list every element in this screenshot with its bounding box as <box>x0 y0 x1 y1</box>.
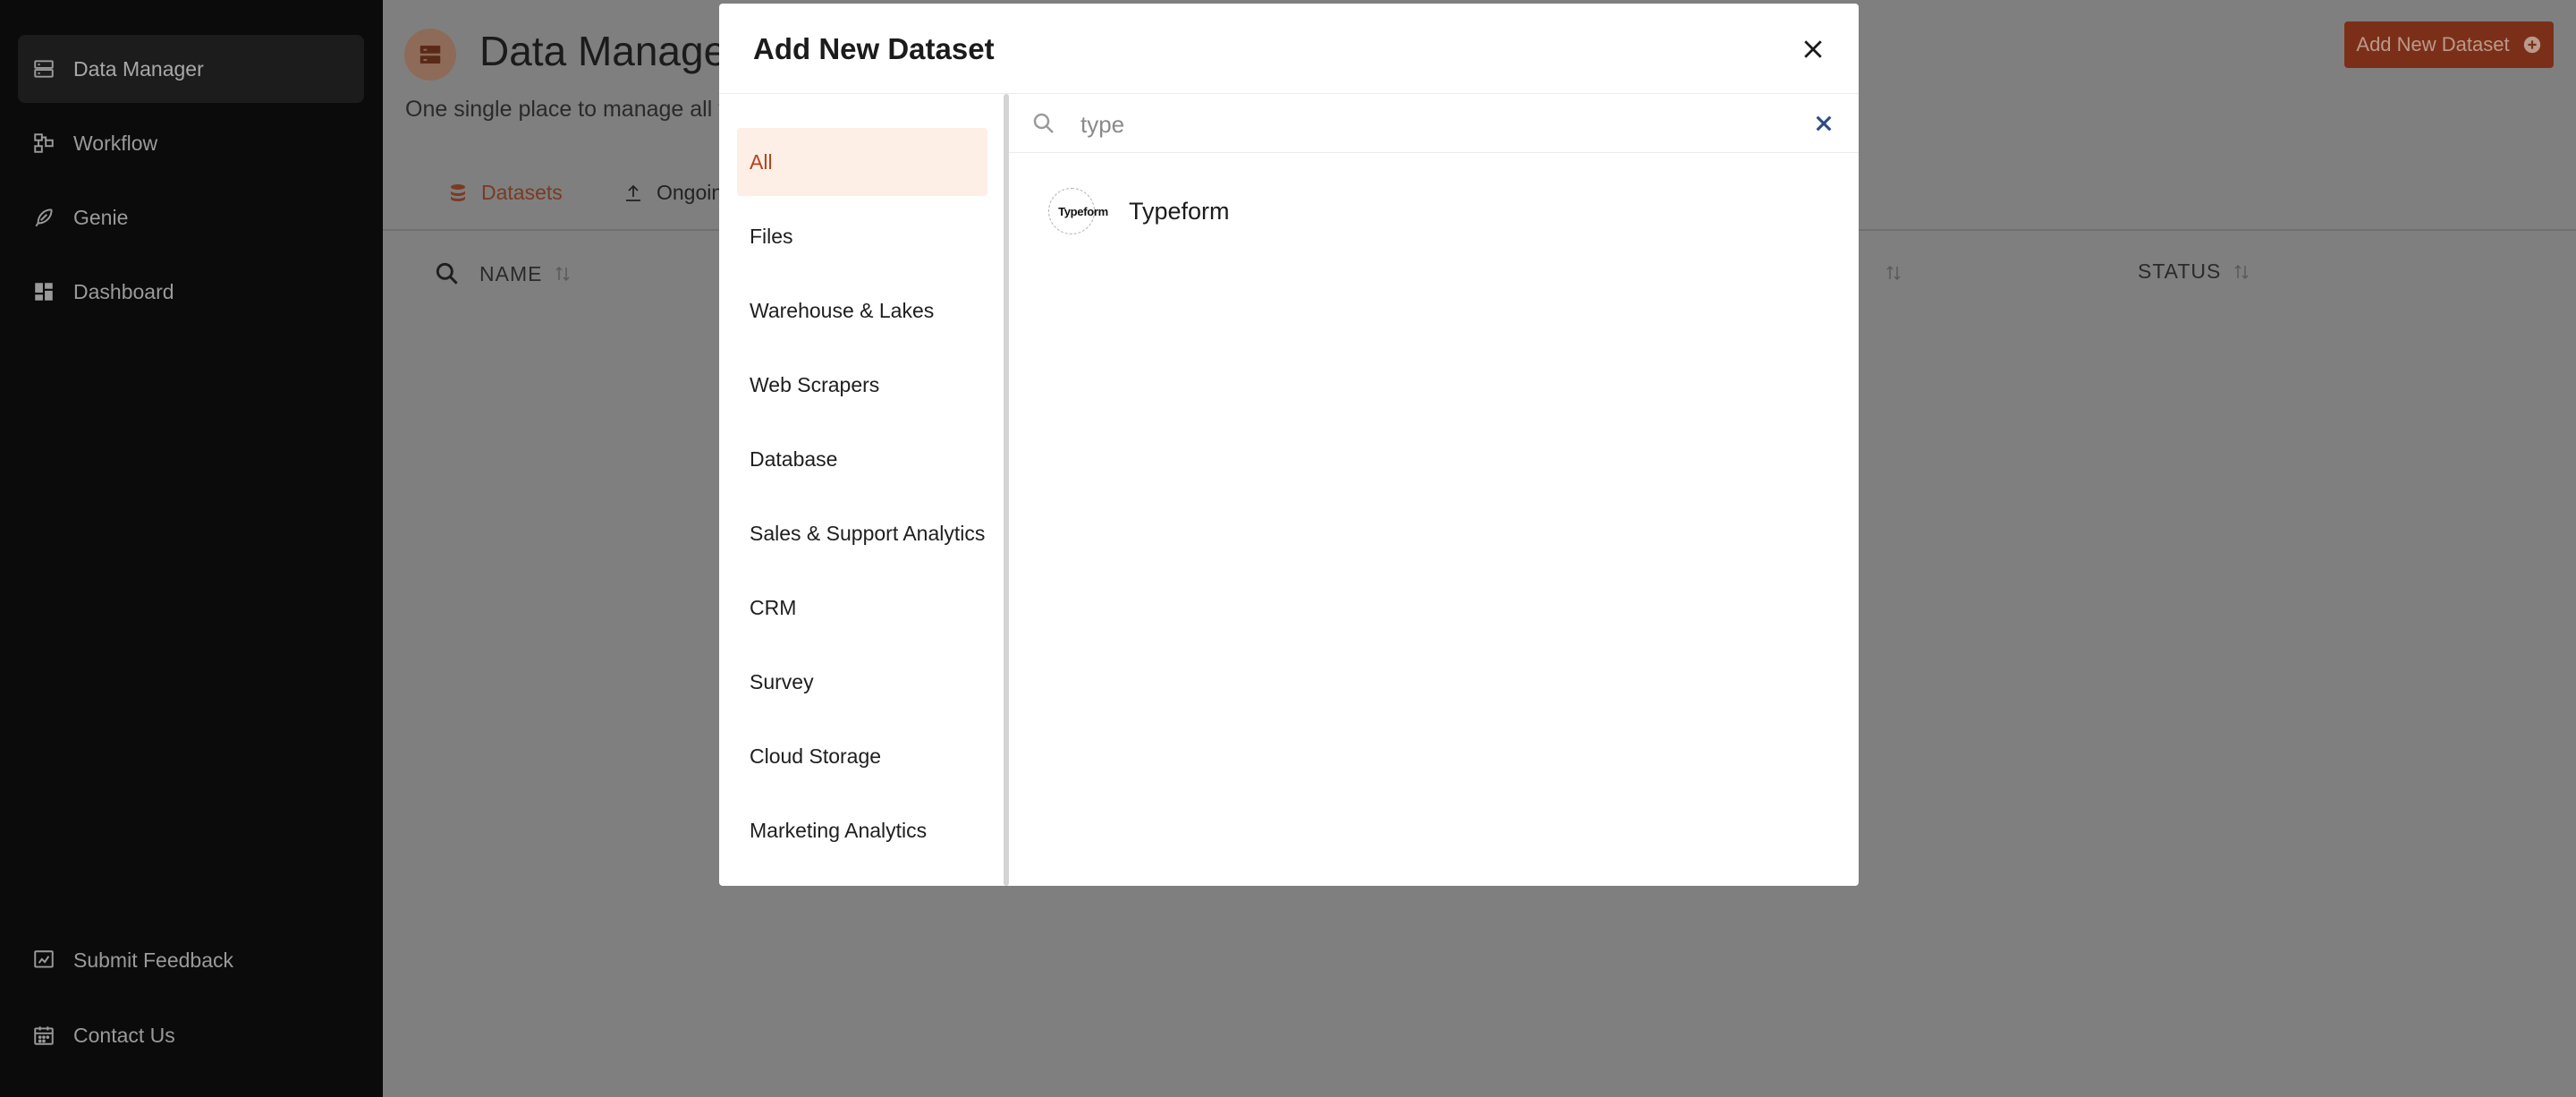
sort-icon[interactable] <box>555 264 571 284</box>
search-bar <box>1009 94 1859 153</box>
category-label: Marketing Analytics <box>750 818 928 842</box>
sidebar-item-label: Contact Us <box>73 1023 175 1047</box>
calendar-icon <box>32 1024 55 1047</box>
stack-icon <box>451 183 465 201</box>
category-item-survey[interactable]: Survey <box>737 648 987 716</box>
column-header-name[interactable]: NAME <box>433 259 571 288</box>
page-subtitle: One single place to manage all t <box>405 97 725 122</box>
sidebar-item-submit-feedback[interactable]: Submit Feedback <box>18 926 364 994</box>
sidebar-item-dashboard[interactable]: Dashboard <box>18 258 364 326</box>
page-title: Data Manage <box>479 28 727 74</box>
category-label: Survey <box>750 669 814 693</box>
category-label: Files <box>750 224 793 248</box>
tab-datasets[interactable]: Datasets <box>447 181 563 205</box>
workflow-icon <box>32 132 55 155</box>
column-header-status[interactable]: STATUS <box>2138 259 2250 284</box>
category-item-all[interactable]: All <box>737 128 987 196</box>
close-button[interactable] <box>1800 36 1826 63</box>
feather-icon <box>32 206 55 229</box>
category-item-cloud-storage[interactable]: Cloud Storage <box>737 722 987 790</box>
modal-title: Add New Dataset <box>753 32 995 65</box>
data-manager-title-icon <box>404 29 456 81</box>
search-icon[interactable] <box>433 259 462 288</box>
category-label: All <box>750 149 773 174</box>
upload-icon <box>626 184 640 201</box>
category-list: All Files Warehouse & Lakes Web Scrapers… <box>719 94 1005 886</box>
category-item-marketing-analytics[interactable]: Marketing Analytics <box>737 796 987 864</box>
sidebar-item-workflow[interactable]: Workflow <box>18 109 364 177</box>
category-item-crm[interactable]: CRM <box>737 574 987 642</box>
tab-ongoing[interactable]: Ongoin <box>623 181 723 205</box>
search-icon <box>1033 113 1054 133</box>
add-dataset-modal: Add New Dataset All Files Warehouse & La… <box>719 4 1859 886</box>
category-label: Database <box>750 446 838 471</box>
category-item-warehouse-lakes[interactable]: Warehouse & Lakes <box>737 276 987 344</box>
sidebar-item-label: Data Manager <box>73 56 204 81</box>
sidebar-item-genie[interactable]: Genie <box>18 183 364 251</box>
column-label: STATUS <box>2138 259 2222 283</box>
sidebar-item-label: Genie <box>73 205 129 229</box>
result-name: Typeform <box>1129 197 1230 225</box>
database-icon <box>32 57 55 81</box>
category-item-sales-support-analytics[interactable]: Sales & Support Analytics <box>737 499 987 567</box>
sidebar-item-label: Dashboard <box>73 279 174 303</box>
plus-circle-icon <box>2523 36 2540 54</box>
dashboard-icon <box>32 280 55 303</box>
category-scrollbar[interactable] <box>1004 94 1009 886</box>
tab-label: Datasets <box>481 181 563 204</box>
sidebar-item-label: Workflow <box>73 131 158 155</box>
category-item-web-scrapers[interactable]: Web Scrapers <box>737 351 987 419</box>
close-icon <box>1804 40 1822 58</box>
category-label: CRM <box>750 595 797 619</box>
category-label: Sales & Support Analytics <box>750 521 986 545</box>
clear-search-icon[interactable] <box>1814 114 1834 133</box>
sidebar: Data Manager Workflow Genie Dashboard Su… <box>0 0 383 1097</box>
logo-text: Typeform <box>1058 204 1108 218</box>
add-button-label: Add New Dataset <box>2356 33 2510 55</box>
sidebar-item-contact-us[interactable]: Contact Us <box>18 1001 364 1069</box>
category-label: Cloud Storage <box>750 744 882 768</box>
sidebar-item-label: Submit Feedback <box>73 948 233 972</box>
add-new-dataset-button[interactable]: Add New Dataset <box>2344 21 2554 68</box>
typeform-logo: Typeform <box>1045 186 1122 236</box>
category-item-files[interactable]: Files <box>737 202 987 270</box>
category-label: Web Scrapers <box>750 372 880 396</box>
tab-label: Ongoin <box>657 181 724 204</box>
sort-icon[interactable] <box>1885 263 1902 283</box>
category-item-database[interactable]: Database <box>737 425 987 493</box>
category-label: Warehouse & Lakes <box>750 298 935 322</box>
result-item-typeform[interactable]: Typeform Typeform <box>1045 186 1230 236</box>
sidebar-item-data-manager[interactable]: Data Manager <box>18 35 364 103</box>
sort-icon[interactable] <box>2233 262 2250 282</box>
search-input[interactable] <box>1080 105 1778 144</box>
feedback-icon <box>32 948 55 972</box>
column-label: NAME <box>479 261 543 285</box>
